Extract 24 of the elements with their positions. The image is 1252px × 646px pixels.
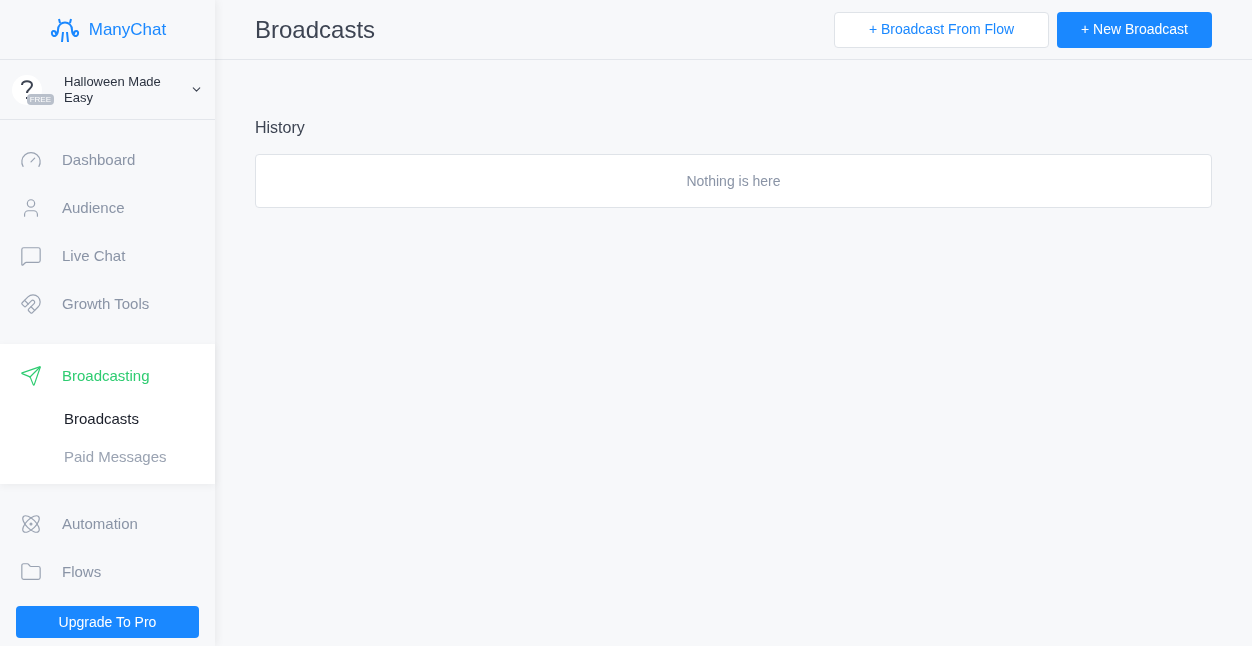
nav-subitem[interactable]: Broadcasts [0,400,215,438]
history-heading: History [255,118,306,138]
nav-item[interactable]: Dashboard [0,136,215,184]
account-name: Halloween Made Easy [64,73,162,106]
nav-item[interactable]: Flows [0,548,215,596]
send-icon [20,365,42,387]
nav-item[interactable]: Automation [0,500,215,548]
page-title: Broadcasts [255,14,376,45]
brand-name: ManyChat [88,18,167,41]
account-switcher[interactable]: FREE Halloween Made Easy [0,60,215,120]
nav-item[interactable]: Growth Tools [0,280,215,328]
nav-subitem[interactable]: Paid Messages [0,438,215,476]
broadcast-from-flow-button[interactable]: + Broadcast From Flow [834,11,1049,48]
empty-message: Nothing is here [686,171,781,191]
nav-item[interactable]: Live Chat [0,232,215,280]
nav-item[interactable]: Audience [0,184,215,232]
chat-bubble-icon [20,245,42,267]
atom-icon [20,513,42,535]
magnet-icon [20,293,42,315]
new-broadcast-button[interactable]: + New Broadcast [1057,11,1212,48]
nav-item[interactable]: Broadcasting [0,352,215,400]
folder-icon [20,561,42,583]
plan-badge: FREE [26,93,54,105]
upgrade-button[interactable]: Upgrade To Pro [16,606,199,638]
